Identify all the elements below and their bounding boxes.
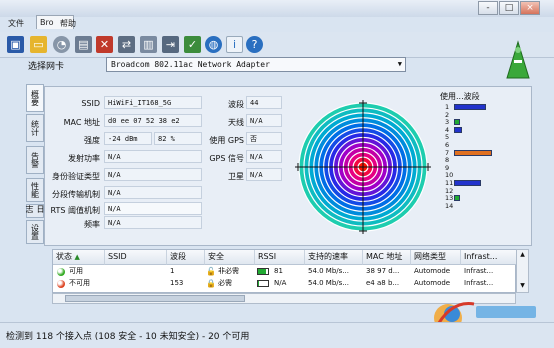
adapter-value: Broadcom 802.11ac Network Adapter xyxy=(111,60,270,69)
row-band: 153 xyxy=(170,279,184,287)
freq-value: N/A xyxy=(104,216,202,229)
col-rate[interactable]: 支持的速率 xyxy=(305,250,363,265)
title-bar xyxy=(0,0,554,17)
table-row[interactable]: 可用 1 🔓 非必需 81 54.0 Mb/s... 38 97 d... Au… xyxy=(53,266,515,278)
col-security[interactable]: 安全 xyxy=(205,250,255,265)
signal-radar xyxy=(295,100,431,234)
channel-bar xyxy=(454,104,486,110)
channel-bar xyxy=(454,149,492,156)
satellite-value: N/A xyxy=(246,168,282,181)
strength-label: 强度 xyxy=(84,136,100,145)
col-infra[interactable]: Infrast... xyxy=(461,250,517,265)
connect-icon[interactable]: ⇄ xyxy=(118,36,135,53)
rssi-meter xyxy=(257,280,269,287)
app-logo-icon xyxy=(506,40,530,79)
row-security: 必需 xyxy=(218,279,232,287)
sort-asc-icon: ▲ xyxy=(74,253,80,261)
close-button[interactable]: × xyxy=(520,1,540,15)
channel-bar xyxy=(454,119,460,126)
printer-icon[interactable]: ▥ xyxy=(140,36,157,53)
row-rssi: N/A xyxy=(274,279,287,287)
gps-value: 否 xyxy=(246,132,282,145)
menu-file[interactable]: 文件 xyxy=(8,18,24,29)
row-status: 不可用 xyxy=(69,279,90,287)
gps-signal-label: GPS 信号 xyxy=(209,154,244,163)
channel-usage-title: 使用...波段 xyxy=(440,92,480,101)
status-bar: 检测到 118 个接入点 (108 安全 - 10 未知安全) - 20 个可用 xyxy=(0,322,554,348)
status-dot-icon xyxy=(57,268,65,276)
gps-label: 使用 GPS xyxy=(209,136,244,145)
row-infra: Infrast... xyxy=(464,279,494,287)
adapter-select[interactable]: Broadcom 802.11ac Network Adapter ▼ xyxy=(106,57,406,72)
channel-bar xyxy=(454,126,462,133)
row-ssid xyxy=(105,266,165,277)
folder-icon[interactable]: ▭ xyxy=(30,36,47,53)
table-vertical-scrollbar[interactable]: ▲ ▼ xyxy=(516,249,529,293)
status-dot-icon xyxy=(57,280,65,288)
col-status-label: 状态 xyxy=(56,252,72,261)
row-band: 1 xyxy=(170,267,175,275)
row-rate: 54.0 Mb/s... xyxy=(308,267,349,275)
col-mac[interactable]: MAC 地址 xyxy=(363,250,411,265)
menu-bro[interactable]: Bro xyxy=(40,18,54,27)
minimize-button[interactable]: - xyxy=(478,1,498,15)
frag-value: N/A xyxy=(104,186,202,199)
checklist-icon[interactable]: ✓ xyxy=(184,36,201,53)
row-status: 可用 xyxy=(69,267,83,275)
band-label: 波段 xyxy=(228,100,244,109)
scroll-down-icon[interactable]: ▼ xyxy=(518,282,527,291)
menu-help[interactable]: 帮助 xyxy=(60,18,76,29)
globe-icon[interactable]: ◍ xyxy=(205,36,222,53)
row-net-type: Automode xyxy=(414,267,451,275)
col-net-type[interactable]: 网络类型 xyxy=(411,250,461,265)
disconnect-icon[interactable]: ✕ xyxy=(96,36,113,53)
gauge-icon[interactable]: ◔ xyxy=(53,36,70,53)
row-net-type: Automode xyxy=(414,279,451,287)
channel-bar xyxy=(454,195,460,202)
rssi-meter xyxy=(257,268,269,275)
satellite-label: 卫星 xyxy=(228,172,244,181)
row-mac: e4 a8 b... xyxy=(366,279,400,287)
mac-label: MAC 地址 xyxy=(63,118,100,127)
maximize-button[interactable]: □ xyxy=(499,1,519,15)
network-table: 状态 ▲ SSID 波段 安全 RSSI 支持的速率 MAC 地址 网络类型 I… xyxy=(52,249,517,293)
channel-bar xyxy=(454,180,481,186)
band-value: 44 xyxy=(246,96,282,109)
col-band[interactable]: 波段 xyxy=(167,250,205,265)
antenna-value: N/A xyxy=(246,114,282,127)
gps-signal-value: N/A xyxy=(246,150,282,163)
scroll-thumb[interactable] xyxy=(65,295,245,302)
export-icon[interactable]: ⇥ xyxy=(162,36,179,53)
ssid-label: SSID xyxy=(81,99,100,108)
rts-value: N/A xyxy=(104,202,202,215)
rts-label: RTS 阈值机制 xyxy=(50,206,100,215)
adapter-label: 选择网卡 xyxy=(28,62,65,72)
antenna-label: 天线 xyxy=(228,118,244,127)
info-icon[interactable]: i xyxy=(226,36,243,53)
row-rate: 54.0 Mb/s... xyxy=(308,279,349,287)
col-ssid[interactable]: SSID xyxy=(105,250,167,265)
strength-dbm: -24 dBm xyxy=(104,132,152,145)
help-icon[interactable]: ? xyxy=(246,36,263,53)
freq-label: 频率 xyxy=(84,220,100,229)
channel-number: 14 xyxy=(445,201,454,210)
frag-label: 分段传输机制 xyxy=(52,190,100,199)
save-icon[interactable]: ▣ xyxy=(7,36,24,53)
row-infra: Infrast... xyxy=(464,267,494,275)
col-status[interactable]: 状态 ▲ xyxy=(53,250,105,265)
tx-power-label: 发射功率 xyxy=(68,154,100,163)
row-mac: 38 97 d... xyxy=(366,267,400,275)
channel-row: 14 xyxy=(445,202,535,210)
scroll-up-icon[interactable]: ▲ xyxy=(518,251,527,260)
col-rssi[interactable]: RSSI xyxy=(255,250,305,265)
auth-label: 身份验证类型 xyxy=(52,172,100,181)
network-icon[interactable]: ▤ xyxy=(75,36,92,53)
row-ssid xyxy=(105,278,165,289)
table-row[interactable]: 不可用 153 🔒 必需 N/A 54.0 Mb/s... e4 a8 b...… xyxy=(53,278,515,290)
row-rssi: 81 xyxy=(274,267,283,275)
row-security: 非必需 xyxy=(218,267,239,275)
chevron-down-icon: ▼ xyxy=(397,60,402,68)
